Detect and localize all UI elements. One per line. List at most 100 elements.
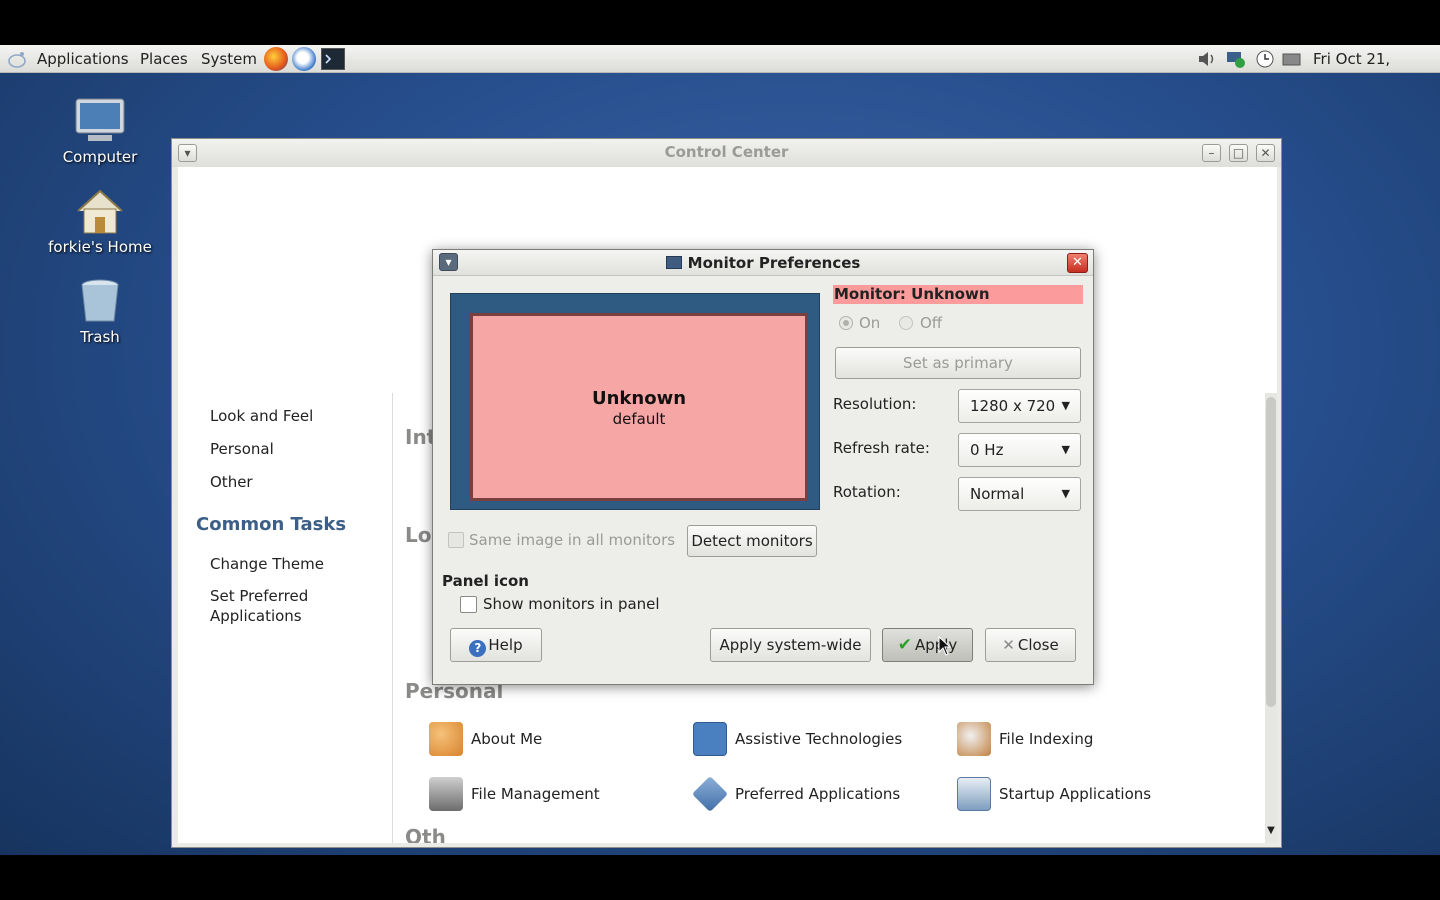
monitor-preview-subtitle: default [612, 410, 666, 428]
checkmark-icon: ✔ [897, 635, 912, 655]
item-preferred-applications[interactable]: Preferred Applications [691, 774, 901, 814]
menu-places[interactable]: Places [137, 48, 191, 70]
off-label: Off [920, 314, 943, 332]
control-center-sidebar: Look and Feel Personal Other Common Task… [178, 167, 392, 843]
monitor-name-label: Monitor: Unknown [833, 285, 1083, 304]
help-icon: ? [469, 640, 487, 657]
apply-system-wide-button[interactable]: Apply system-wide [710, 628, 871, 662]
item-label: Startup Applications [999, 785, 1152, 803]
desktop-icon-label: Computer [62, 148, 138, 166]
top-panel: Applications Places System Fri Oct 21, 2… [0, 45, 1440, 90]
desktop-icon-computer[interactable]: Computer [40, 97, 160, 166]
home-folder-icon [74, 187, 126, 235]
computer-icon [74, 97, 126, 145]
show-monitors-in-panel-label: Show monitors in panel [483, 595, 660, 613]
common-tasks-heading: Common Tasks [196, 514, 347, 535]
close-label: Close [1017, 636, 1059, 654]
item-label: Assistive Technologies [735, 730, 903, 748]
dialog-title-text: Monitor Preferences [687, 254, 861, 272]
scrollbar-thumb[interactable] [1266, 397, 1276, 707]
resolution-label: Resolution: [833, 395, 917, 413]
about-me-icon [429, 722, 463, 756]
terminal-launcher-icon[interactable] [321, 48, 345, 70]
item-label: Preferred Applications [735, 785, 901, 803]
dropdown-arrow-icon: ▼ [1061, 487, 1070, 500]
dropdown-arrow-icon: ▼ [1061, 443, 1070, 456]
same-image-checkbox[interactable] [448, 532, 464, 548]
accessibility-icon [693, 722, 727, 756]
set-as-primary-button[interactable]: Set as primary [835, 347, 1081, 379]
on-label: On [859, 314, 881, 332]
battery-icon[interactable] [1281, 49, 1303, 69]
network-icon[interactable] [1225, 49, 1247, 69]
menu-system[interactable]: System [198, 48, 260, 70]
monitor-preferences-titlebar[interactable]: ▾ Monitor Preferences ✕ [433, 250, 1093, 276]
off-radio[interactable] [899, 316, 913, 330]
update-notifier-icon[interactable] [1254, 49, 1276, 69]
task-change-theme[interactable]: Change Theme [210, 554, 324, 574]
category-heading-partial: Oth [405, 825, 446, 843]
trash-icon [74, 277, 126, 325]
help-button[interactable]: ? Help [450, 628, 542, 662]
firefox-launcher-icon[interactable] [264, 47, 288, 71]
refresh-rate-combo[interactable]: 0 Hz ▼ [958, 433, 1081, 467]
desktop-icon-trash[interactable]: Trash [40, 277, 160, 346]
rotation-value: Normal [970, 485, 1025, 503]
close-window-button[interactable]: ✕ [1256, 144, 1275, 162]
mouse-pointer-icon [938, 635, 952, 656]
monitor-preview-name: Unknown [591, 388, 687, 409]
panel-icon-heading: Panel icon [442, 572, 529, 590]
dropdown-arrow-icon: ▼ [1061, 399, 1070, 412]
minimize-button[interactable]: – [1202, 144, 1221, 162]
item-label: About Me [471, 730, 543, 748]
detect-monitors-button[interactable]: Detect monitors [687, 525, 817, 557]
dialog-title: Monitor Preferences [433, 253, 1093, 273]
refresh-rate-value: 0 Hz [970, 441, 1004, 459]
same-image-label: Same image in all monitors [469, 531, 676, 549]
rotation-combo[interactable]: Normal ▼ [958, 477, 1081, 511]
close-x-icon: ✕ [1002, 636, 1015, 654]
resolution-combo[interactable]: 1280 x 720 ▼ [958, 389, 1081, 423]
help-label: Help [488, 636, 523, 654]
screen-letterbox-bottom [0, 855, 1440, 900]
magnifier-icon [957, 722, 991, 756]
refresh-rate-label: Refresh rate: [833, 439, 930, 457]
gnome-foot-icon [6, 50, 28, 68]
scroll-down-arrow-icon[interactable]: ▼ [1265, 825, 1277, 839]
category-heading-partial: Lo [405, 523, 432, 547]
filter-other[interactable]: Other [210, 472, 253, 492]
item-label: File Management [471, 785, 600, 803]
close-button[interactable]: ✕ Close [985, 628, 1076, 662]
desktop-icon-label: forkie's Home [48, 238, 152, 256]
control-center-title: Control Center [664, 143, 789, 161]
on-radio[interactable] [839, 316, 853, 330]
startup-apps-icon [957, 777, 991, 811]
monitor-icon [665, 256, 682, 269]
file-cabinet-icon [429, 777, 463, 811]
rotation-label: Rotation: [833, 483, 901, 501]
apply-button[interactable]: ✔ Apply [882, 628, 973, 662]
volume-icon[interactable] [1196, 49, 1218, 69]
monitor-preview[interactable]: Unknown default [470, 313, 808, 501]
show-monitors-in-panel-checkbox[interactable] [460, 596, 477, 613]
filter-look-and-feel[interactable]: Look and Feel [210, 406, 313, 426]
control-center-scrollbar[interactable]: ▼ [1265, 393, 1277, 843]
maximize-button[interactable]: □ [1229, 144, 1248, 162]
item-about-me[interactable]: About Me [429, 719, 542, 759]
control-center-titlebar[interactable]: ▾ Control Center – □ ✕ [172, 139, 1281, 167]
menu-applications[interactable]: Applications [34, 48, 132, 70]
monitor-layout-area[interactable]: Unknown default [450, 293, 820, 510]
item-file-management[interactable]: File Management [429, 774, 600, 814]
close-dialog-button[interactable]: ✕ [1067, 253, 1088, 273]
item-label: File Indexing [999, 730, 1094, 748]
resolution-value: 1280 x 720 [970, 397, 1056, 415]
task-set-preferred-applications[interactable]: Set Preferred Applications [210, 586, 330, 626]
preferred-apps-icon [691, 775, 729, 813]
desktop-icon-home[interactable]: forkie's Home [40, 187, 160, 256]
item-file-indexing[interactable]: File Indexing [957, 719, 1093, 759]
filter-personal[interactable]: Personal [210, 439, 274, 459]
evolution-mail-launcher-icon[interactable] [292, 47, 316, 71]
desktop-icon-label: Trash [80, 328, 120, 346]
item-assistive-technologies[interactable]: Assistive Technologies [693, 719, 902, 759]
item-startup-applications[interactable]: Startup Applications [957, 774, 1151, 814]
